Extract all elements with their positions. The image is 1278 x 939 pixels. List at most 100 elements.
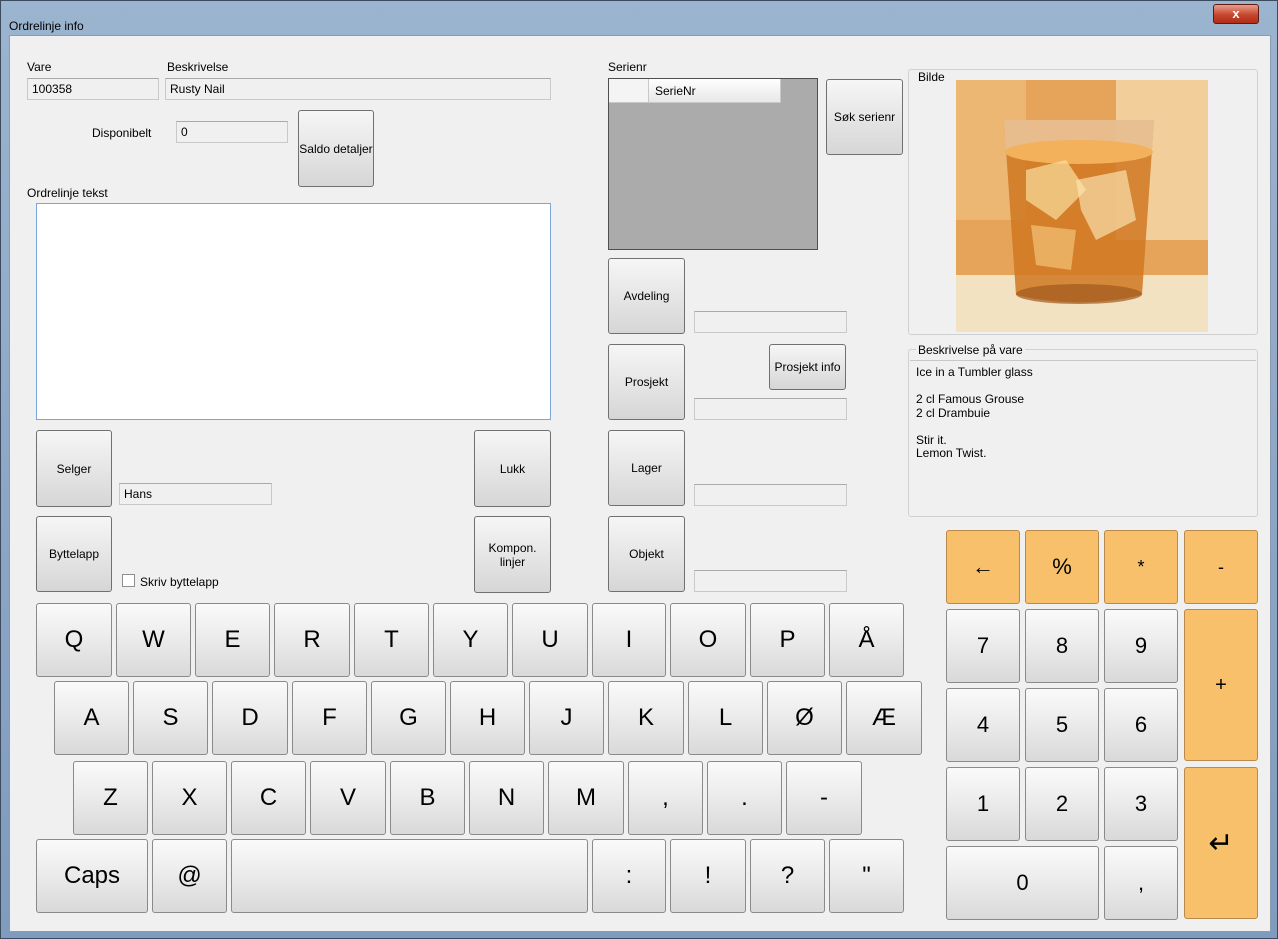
serienr-grid[interactable]: SerieNr [608, 78, 818, 250]
selger-field[interactable]: Hans [119, 483, 272, 505]
key-s[interactable]: S [133, 681, 208, 755]
beskrivelse-line: Lemon Twist. [916, 446, 987, 460]
beskrivelse-vare-text: Ice in a Tumbler glass 2 cl Famous Grous… [910, 360, 1256, 515]
key-3[interactable]: 3 [1104, 767, 1178, 841]
vare-field[interactable]: 100358 [27, 78, 159, 100]
key-q[interactable]: Q [36, 603, 112, 677]
key-h[interactable]: H [450, 681, 525, 755]
tumbler-glass-icon [956, 80, 1208, 332]
selger-button[interactable]: Selger [36, 430, 112, 507]
ordrelinje-textarea[interactable] [36, 203, 551, 420]
skriv-byttelapp-label: Skriv byttelapp [140, 575, 219, 589]
enter-key[interactable]: ↵ [1184, 767, 1258, 919]
beskrivelse-field[interactable]: Rusty Nail [165, 78, 551, 100]
key-g[interactable]: G [371, 681, 446, 755]
key-6[interactable]: 6 [1104, 688, 1178, 762]
key-v[interactable]: V [310, 761, 386, 835]
key-i[interactable]: I [592, 603, 666, 677]
app-window: Ordrelinje info x Vare 100358 Beskrivels… [0, 0, 1278, 939]
disponibelt-field[interactable]: 0 [176, 121, 288, 143]
space-key[interactable] [231, 839, 588, 913]
lager-button[interactable]: Lager [608, 430, 685, 506]
key-0[interactable]: 0 [946, 846, 1099, 920]
key-quote[interactable]: " [829, 839, 904, 913]
key-j[interactable]: J [529, 681, 604, 755]
kompon-linjer-button[interactable]: Kompon. linjer [474, 516, 551, 593]
key-decimal-comma[interactable]: , [1104, 846, 1178, 920]
avdeling-button[interactable]: Avdeling [608, 258, 685, 334]
multiply-key[interactable]: * [1104, 530, 1178, 604]
key-a[interactable]: A [54, 681, 129, 755]
disponibelt-label: Disponibelt [92, 126, 152, 140]
caps-key[interactable]: Caps [36, 839, 148, 913]
grid-column-header[interactable]: SerieNr [649, 79, 781, 103]
objekt-button[interactable]: Objekt [608, 516, 685, 592]
objekt-field[interactable] [694, 570, 847, 592]
beskrivelse-line: Stir it. [916, 432, 947, 447]
key-b[interactable]: B [390, 761, 465, 835]
key-ae[interactable]: Æ [846, 681, 922, 755]
key-x[interactable]: X [152, 761, 227, 835]
key-exclamation[interactable]: ! [670, 839, 746, 913]
key-8[interactable]: 8 [1025, 609, 1099, 683]
prosjekt-button[interactable]: Prosjekt [608, 344, 685, 420]
byttelapp-button[interactable]: Byttelapp [36, 516, 112, 592]
key-p[interactable]: P [750, 603, 825, 677]
avdeling-field[interactable] [694, 311, 847, 333]
bilde-label: Bilde [916, 70, 947, 84]
beskrivelse-line: 2 cl Drambuie [916, 405, 991, 420]
saldo-detaljer-button[interactable]: Saldo detaljer [298, 110, 374, 187]
key-colon[interactable]: : [592, 839, 666, 913]
key-t[interactable]: T [354, 603, 429, 677]
key-dash[interactable]: - [786, 761, 862, 835]
key-w[interactable]: W [116, 603, 191, 677]
key-question[interactable]: ? [750, 839, 825, 913]
key-f[interactable]: F [292, 681, 367, 755]
prosjekt-info-button[interactable]: Prosjekt info [769, 344, 846, 390]
title-bar[interactable]: Ordrelinje info x [1, 1, 1277, 35]
key-z[interactable]: Z [73, 761, 148, 835]
beskrivelse-label: Beskrivelse [167, 60, 229, 74]
key-m[interactable]: M [548, 761, 624, 835]
key-y[interactable]: Y [433, 603, 508, 677]
key-o[interactable]: O [670, 603, 746, 677]
key-oe[interactable]: Ø [767, 681, 842, 755]
key-5[interactable]: 5 [1025, 688, 1099, 762]
dialog-body: Vare 100358 Beskrivelse Rusty Nail Dispo… [9, 35, 1271, 932]
grid-row-header [609, 79, 649, 103]
prosjekt-field[interactable] [694, 398, 847, 420]
ordrelinje-label: Ordrelinje tekst [27, 186, 108, 200]
key-k[interactable]: K [608, 681, 684, 755]
key-c[interactable]: C [231, 761, 306, 835]
minus-key[interactable]: - [1184, 530, 1258, 604]
sok-serienr-button[interactable]: Søk serienr [826, 79, 903, 155]
beskrivelse-line [916, 380, 1250, 394]
lukk-button[interactable]: Lukk [474, 430, 551, 507]
skriv-byttelapp-checkbox[interactable] [122, 574, 135, 587]
key-9[interactable]: 9 [1104, 609, 1178, 683]
key-4[interactable]: 4 [946, 688, 1020, 762]
key-period[interactable]: . [707, 761, 782, 835]
key-comma[interactable]: , [628, 761, 703, 835]
key-7[interactable]: 7 [946, 609, 1020, 683]
beskrivelse-vare-label: Beskrivelse på vare [916, 343, 1025, 357]
key-2[interactable]: 2 [1025, 767, 1099, 841]
key-l[interactable]: L [688, 681, 763, 755]
key-n[interactable]: N [469, 761, 544, 835]
product-image [956, 80, 1208, 332]
key-aa[interactable]: Å [829, 603, 904, 677]
key-at[interactable]: @ [152, 839, 227, 913]
beskrivelse-line [916, 420, 1250, 434]
percent-key[interactable]: % [1025, 530, 1099, 604]
close-button[interactable]: x [1213, 4, 1259, 24]
key-r[interactable]: R [274, 603, 350, 677]
beskrivelse-line: Ice in a Tumbler glass [916, 365, 1033, 379]
key-e[interactable]: E [195, 603, 270, 677]
backspace-key[interactable]: ← [946, 530, 1020, 604]
key-d[interactable]: D [212, 681, 288, 755]
window-title: Ordrelinje info [9, 19, 84, 33]
key-u[interactable]: U [512, 603, 588, 677]
key-1[interactable]: 1 [946, 767, 1020, 841]
plus-key[interactable]: + [1184, 609, 1258, 761]
lager-field[interactable] [694, 484, 847, 506]
